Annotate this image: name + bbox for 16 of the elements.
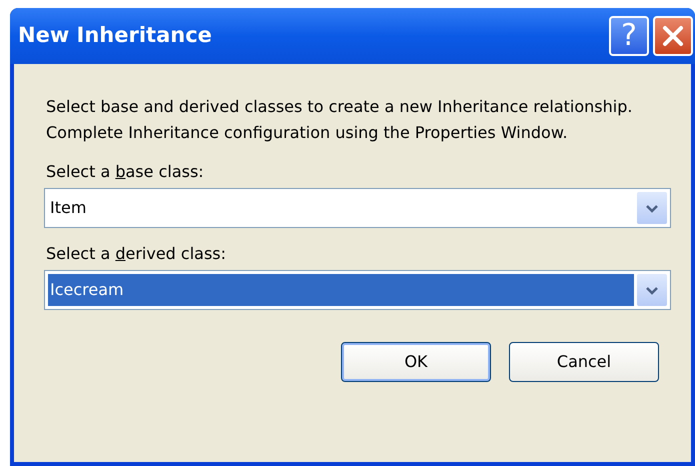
dropdown-value: Item — [49, 197, 88, 219]
chevron-down-icon — [645, 204, 659, 212]
description-text: Select base and derived classes to create a new Inheritance relationship. Complete Inheritance configuration using the Properties Window. — [46, 96, 634, 144]
close-button[interactable] — [653, 16, 693, 56]
dropdown-arrow-button[interactable] — [637, 274, 667, 306]
window-title: New Inheritance — [18, 22, 213, 50]
class-dropdown[interactable]: Item — [44, 188, 671, 228]
field-label: Select a base class: — [46, 161, 205, 183]
field-label: Select a derived class: — [46, 243, 228, 265]
close-icon — [662, 25, 684, 47]
dropdown-value: Icecream — [48, 274, 634, 306]
dropdown-arrow-button[interactable] — [637, 192, 667, 224]
chevron-down-icon — [645, 286, 659, 294]
ok-button[interactable]: OK — [341, 342, 491, 382]
class-dropdown[interactable]: Icecream — [44, 270, 671, 310]
cancel-button[interactable]: Cancel — [509, 342, 659, 382]
